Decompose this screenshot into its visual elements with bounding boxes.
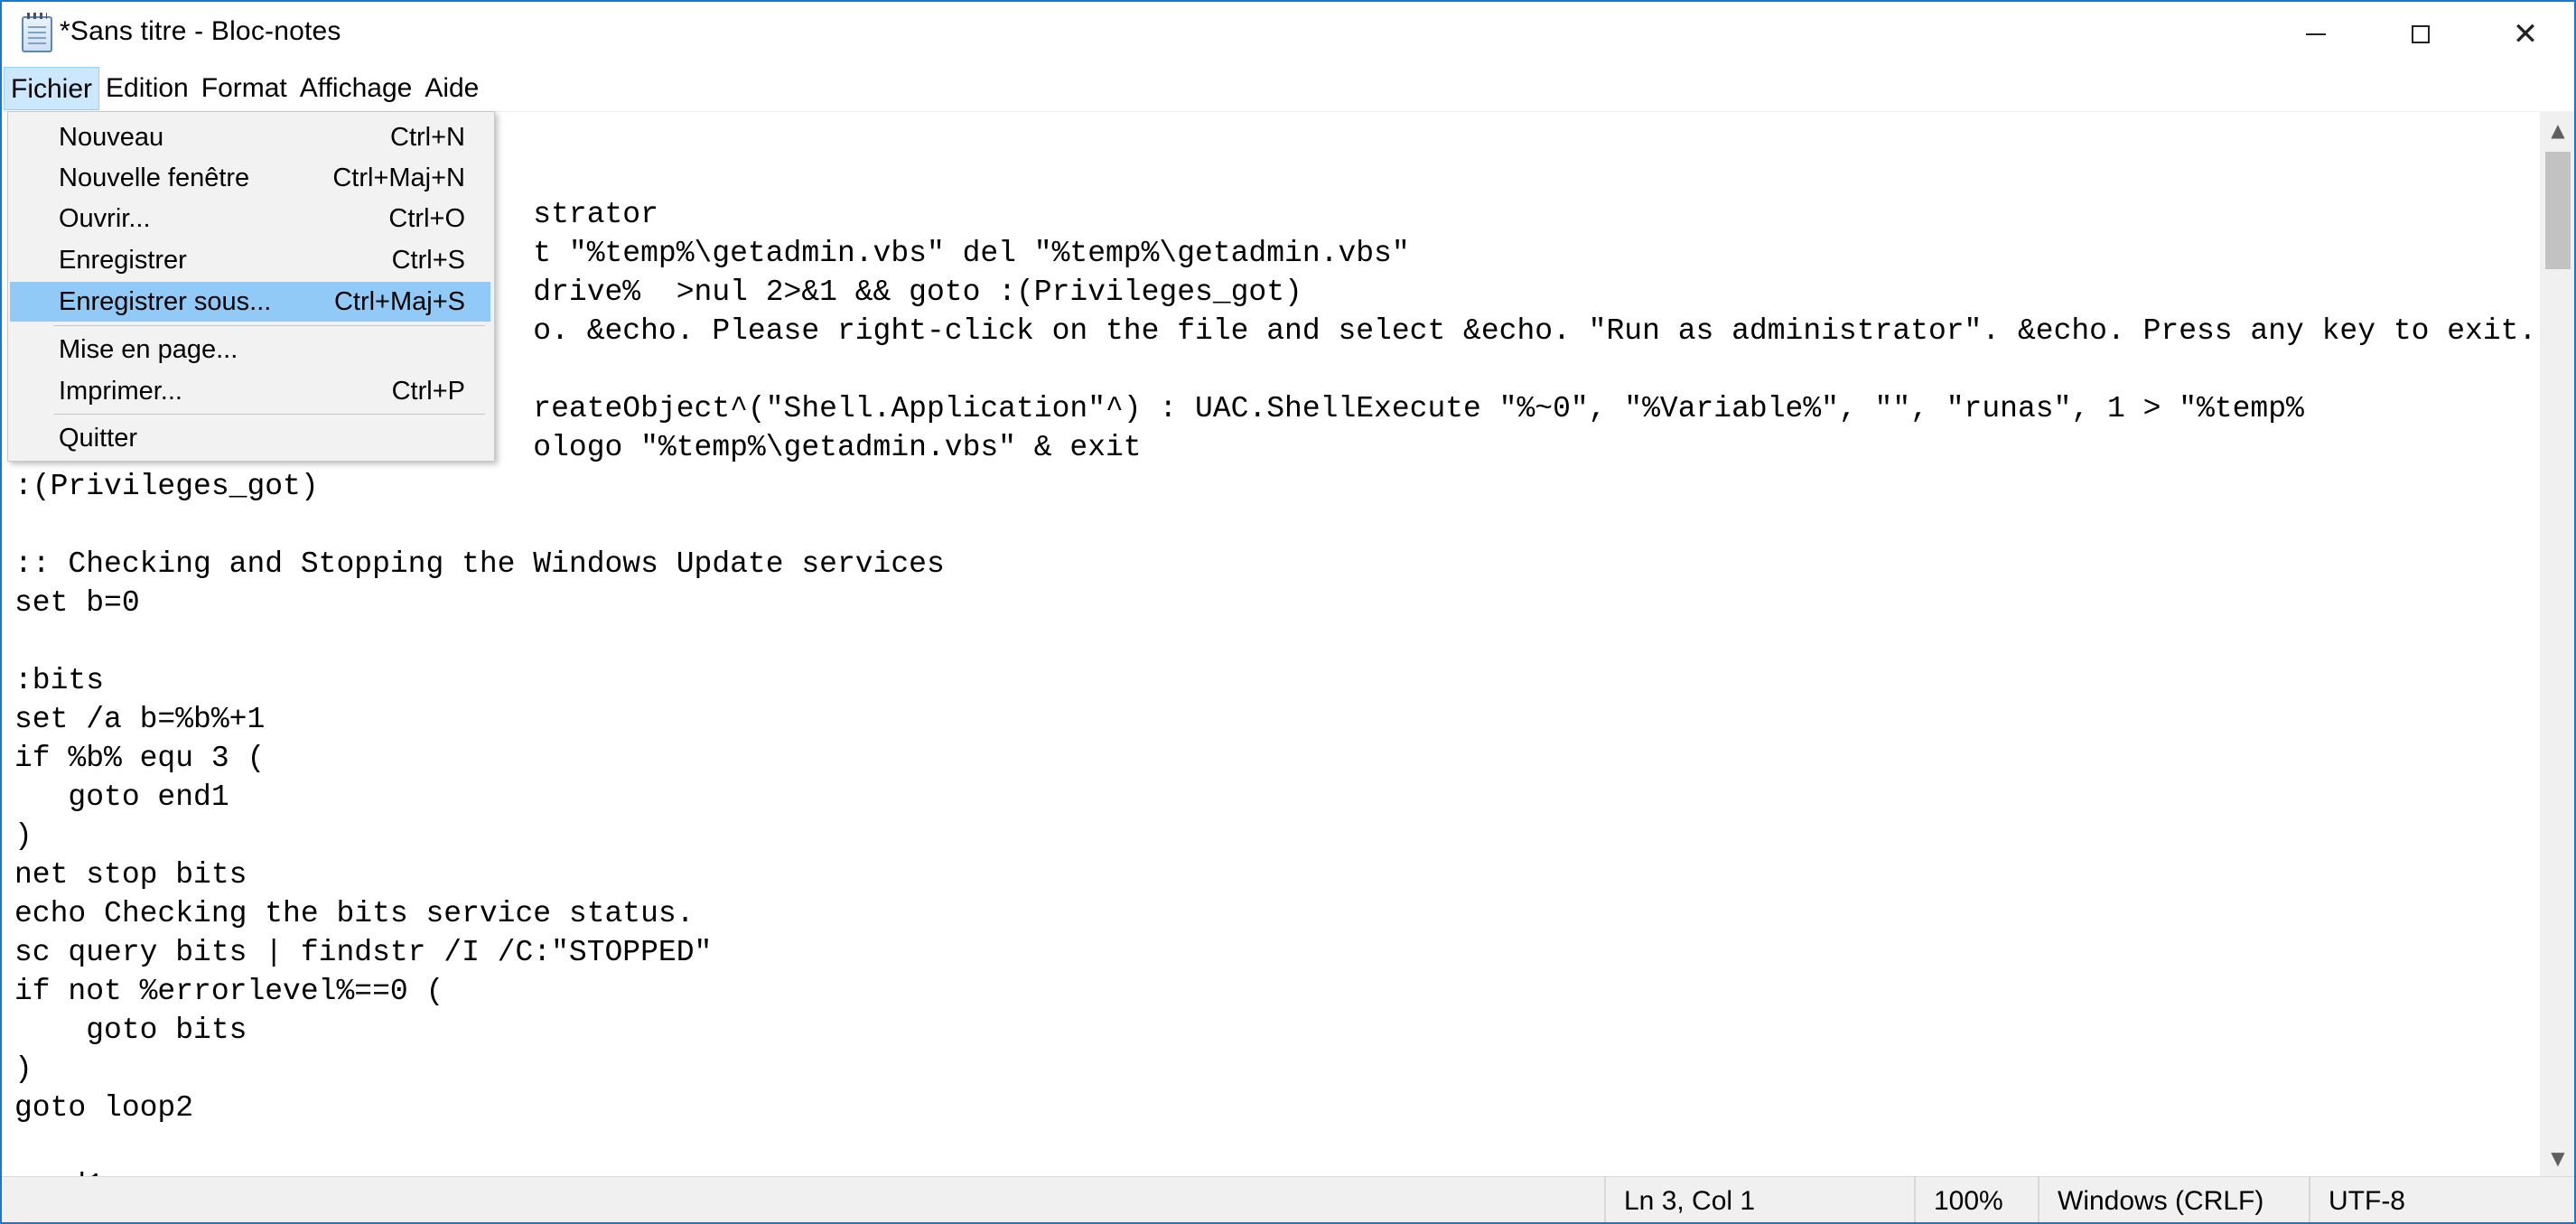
maximize-icon [2412, 24, 2430, 43]
editor-line[interactable] [14, 622, 2536, 661]
editor-line[interactable]: echo Checking the bits service status. [14, 894, 2536, 933]
status-bar: Ln 3, Col 1 100% Windows (CRLF) UTF-8 [2, 1176, 2574, 1222]
line-ending: Windows (CRLF) [2038, 1177, 2309, 1222]
menu-item-mise-en-page[interactable]: Mise en page... [10, 330, 490, 369]
editor-line[interactable]: ) [14, 1050, 2536, 1089]
menu-item-label: Ouvrir... [59, 204, 151, 233]
menu-item-imprimer[interactable]: Imprimer... Ctrl+P [10, 371, 490, 411]
editor-line[interactable] [14, 1127, 2536, 1166]
menu-item-shortcut: Ctrl+Maj+N [332, 164, 465, 192]
menu-item-label: Imprimer... [59, 377, 182, 406]
zoom-level: 100% [1914, 1177, 2038, 1222]
maximize-button[interactable] [2368, 2, 2473, 66]
editor-line[interactable]: :(Privileges_got) [14, 467, 2536, 506]
menu-item-nouveau[interactable]: Nouveau Ctrl+N [10, 117, 490, 157]
menu-item-shortcut: Ctrl+Maj+S [333, 287, 465, 316]
notepad-window: *Sans titre - Bloc-notes ✕ Fichier Editi… [0, 0, 2576, 1224]
menu-item-label: Quitter [59, 424, 138, 453]
notepad-icon [22, 13, 52, 52]
editor-line[interactable]: set b=0 [14, 584, 2536, 622]
menu-separator [53, 414, 485, 415]
close-button[interactable]: ✕ [2473, 2, 2574, 66]
vertical-scrollbar[interactable]: ▲ ▼ [2540, 112, 2574, 1176]
editor-line[interactable]: :bits [14, 661, 2536, 700]
menu-aide[interactable]: Aide [418, 67, 485, 110]
file-menu-dropdown: Nouveau Ctrl+N Nouvelle fenêtre Ctrl+Maj… [7, 111, 495, 462]
scroll-thumb[interactable] [2545, 152, 2571, 269]
menu-item-ouvrir[interactable]: Ouvrir... Ctrl+O [10, 199, 490, 238]
menu-item-label: Enregistrer [59, 246, 187, 275]
editor-line[interactable]: nd1 [14, 1166, 2536, 1176]
menu-separator [53, 325, 485, 326]
minimize-button[interactable] [2263, 2, 2368, 66]
editor-line[interactable] [14, 506, 2536, 545]
minimize-icon [2306, 33, 2326, 35]
editor-line[interactable]: :: Checking and Stopping the Windows Upd… [14, 545, 2536, 584]
menu-item-quitter[interactable]: Quitter [10, 418, 490, 458]
close-icon: ✕ [2512, 15, 2539, 52]
editor-line[interactable]: set /a b=%b%+1 [14, 700, 2536, 739]
editor-line[interactable]: goto bits [14, 1011, 2536, 1050]
editor-line[interactable]: if not %errorlevel%==0 ( [14, 972, 2536, 1011]
menu-item-enregistrer[interactable]: Enregistrer Ctrl+S [10, 240, 490, 280]
menu-format[interactable]: Format [195, 67, 294, 110]
menu-item-enregistrer-sous[interactable]: Enregistrer sous... Ctrl+Maj+S [10, 282, 490, 322]
scroll-up-arrow-icon[interactable]: ▲ [2540, 112, 2574, 148]
editor-line[interactable]: ) [14, 817, 2536, 855]
menu-bar: Fichier Edition Format Affichage Aide [2, 66, 2574, 112]
window-title: *Sans titre - Bloc-notes [60, 16, 341, 46]
menu-item-label: Nouveau [59, 123, 164, 152]
encoding: UTF-8 [2309, 1177, 2574, 1222]
title-bar[interactable]: *Sans titre - Bloc-notes ✕ [2, 2, 2574, 66]
scroll-down-arrow-icon[interactable]: ▼ [2540, 1140, 2574, 1176]
menu-fichier[interactable]: Fichier [4, 67, 100, 110]
menu-item-nouvelle-fenetre[interactable]: Nouvelle fenêtre Ctrl+Maj+N [10, 158, 490, 198]
menu-affichage[interactable]: Affichage [294, 67, 419, 110]
editor-line[interactable]: if %b% equ 3 ( [14, 739, 2536, 778]
menu-item-label: Mise en page... [59, 335, 238, 364]
editor-line[interactable]: sc query bits | findstr /I /C:"STOPPED" [14, 933, 2536, 972]
editor-line[interactable]: goto loop2 [14, 1089, 2536, 1127]
editor-line[interactable]: net stop bits [14, 855, 2536, 894]
cursor-position: Ln 3, Col 1 [1604, 1177, 1914, 1222]
menu-item-shortcut: Ctrl+S [391, 246, 465, 275]
menu-edition[interactable]: Edition [99, 67, 195, 110]
menu-item-label: Nouvelle fenêtre [59, 164, 250, 192]
menu-item-shortcut: Ctrl+O [388, 204, 465, 233]
menu-item-shortcut: Ctrl+N [390, 123, 465, 152]
menu-item-shortcut: Ctrl+P [391, 377, 465, 406]
menu-item-label: Enregistrer sous... [59, 287, 272, 316]
editor-line[interactable]: goto end1 [14, 778, 2536, 817]
